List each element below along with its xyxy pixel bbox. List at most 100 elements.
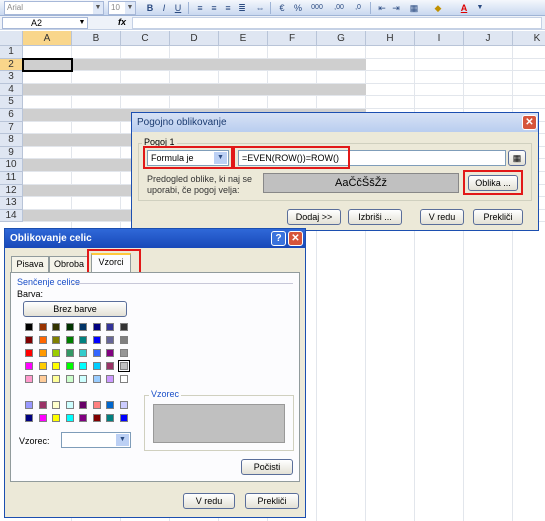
color-swatch[interactable] <box>119 401 128 409</box>
color-swatch[interactable] <box>65 349 74 357</box>
color-swatch[interactable] <box>38 362 47 370</box>
borders-icon[interactable]: ▦ <box>408 2 420 14</box>
color-swatch[interactable] <box>52 414 60 422</box>
pattern-select[interactable]: ▼ <box>61 432 131 448</box>
color-swatch[interactable] <box>65 401 74 409</box>
tab-obroba[interactable]: Obroba <box>49 256 89 272</box>
cancel-button[interactable]: Prekliči <box>245 493 299 509</box>
active-cell[interactable] <box>22 57 73 73</box>
column-header-e[interactable]: E <box>219 31 268 46</box>
column-header-k[interactable]: K <box>513 31 545 46</box>
thousands-button[interactable]: 000 <box>308 2 326 14</box>
font-name-combo[interactable]: Arial ▼ <box>4 1 104 15</box>
color-swatch[interactable] <box>92 401 101 409</box>
tab-pisava[interactable]: Pisava <box>11 256 49 272</box>
column-header-j[interactable]: J <box>464 31 513 46</box>
help-button[interactable]: ? <box>271 231 286 246</box>
align-center-icon[interactable]: ≡ <box>208 2 220 14</box>
align-left-icon[interactable]: ≡ <box>194 2 206 14</box>
color-swatch[interactable] <box>65 323 74 331</box>
collapse-dialog-icon[interactable]: ▦ <box>508 150 526 166</box>
color-swatch[interactable] <box>79 336 87 344</box>
color-swatch[interactable] <box>52 336 60 344</box>
color-swatch[interactable] <box>52 375 60 383</box>
formula-input[interactable] <box>132 17 542 29</box>
row-header-5[interactable]: 5 <box>0 96 23 109</box>
increase-indent-icon[interactable]: ⇥ <box>390 2 402 14</box>
color-swatch[interactable] <box>38 336 47 344</box>
row-header-8[interactable]: 8 <box>0 134 23 147</box>
column-header-d[interactable]: D <box>170 31 219 46</box>
color-swatch[interactable] <box>52 323 60 331</box>
color-swatch[interactable] <box>79 349 87 357</box>
row-header-9[interactable]: 9 <box>0 146 23 160</box>
color-swatch[interactable] <box>117 360 130 372</box>
color-swatch[interactable] <box>38 401 47 409</box>
merge-center-icon[interactable]: ⇔ <box>254 2 266 14</box>
row-header-1[interactable]: 1 <box>0 46 23 59</box>
color-swatch[interactable] <box>25 414 33 422</box>
underline-button[interactable]: U <box>172 2 184 14</box>
color-swatch[interactable] <box>79 362 87 370</box>
justify-icon[interactable]: ≣ <box>236 2 248 14</box>
row-header-12[interactable]: 12 <box>0 184 23 198</box>
add-button[interactable]: Dodaj >> <box>287 209 341 225</box>
delete-button[interactable]: Izbriši ... <box>348 209 402 225</box>
row-header-7[interactable]: 7 <box>0 121 23 135</box>
column-header-g[interactable]: G <box>317 31 366 46</box>
color-swatch[interactable] <box>92 349 101 357</box>
color-swatch[interactable] <box>52 401 60 409</box>
column-header-f[interactable]: F <box>268 31 317 46</box>
chevron-down-icon[interactable]: ▼ <box>474 2 486 14</box>
row-header-10[interactable]: 10 <box>0 159 23 172</box>
color-swatch[interactable] <box>25 336 33 344</box>
color-swatch[interactable] <box>79 401 87 409</box>
percent-button[interactable]: % <box>292 2 304 14</box>
ok-button[interactable]: V redu <box>420 209 464 225</box>
column-header-c[interactable]: C <box>121 31 170 46</box>
color-swatch[interactable] <box>106 414 114 422</box>
row-header-6[interactable]: 6 <box>0 109 23 122</box>
fill-color-icon[interactable]: ◆ <box>432 2 444 14</box>
color-swatch[interactable] <box>65 362 74 370</box>
color-swatch[interactable] <box>106 323 114 331</box>
select-all-corner[interactable] <box>0 31 23 46</box>
row-header-14[interactable]: 14 <box>0 209 23 223</box>
color-swatch[interactable] <box>92 336 101 344</box>
color-swatch[interactable] <box>38 414 47 422</box>
color-swatch[interactable] <box>52 362 60 370</box>
color-swatch[interactable] <box>106 401 114 409</box>
ok-button[interactable]: V redu <box>183 493 235 509</box>
color-swatch[interactable] <box>106 362 114 370</box>
color-swatch[interactable] <box>65 336 74 344</box>
font-size-combo[interactable]: 10 ▼ <box>108 1 136 15</box>
name-box[interactable]: A2 ▼ <box>2 17 88 29</box>
close-icon[interactable]: ✕ <box>522 115 537 130</box>
color-swatch[interactable] <box>79 414 87 422</box>
row-header-3[interactable]: 3 <box>0 71 23 84</box>
color-swatch[interactable] <box>119 336 128 344</box>
color-swatch[interactable] <box>119 375 128 383</box>
color-swatch[interactable] <box>38 349 47 357</box>
row-header-2[interactable]: 2 <box>0 58 23 72</box>
color-swatch[interactable] <box>92 323 101 331</box>
color-swatch[interactable] <box>92 414 101 422</box>
color-swatch[interactable] <box>25 401 33 409</box>
decrease-decimal-button[interactable]: ,0 <box>350 2 366 14</box>
color-swatch[interactable] <box>119 349 128 357</box>
row-header-11[interactable]: 11 <box>0 172 23 185</box>
column-header-a[interactable]: A <box>23 31 72 46</box>
color-swatch[interactable] <box>25 362 33 370</box>
row-header-13[interactable]: 13 <box>0 197 23 210</box>
color-swatch[interactable] <box>52 349 60 357</box>
color-swatch[interactable] <box>92 375 101 383</box>
color-swatch[interactable] <box>65 375 74 383</box>
italic-button[interactable]: I <box>158 2 170 14</box>
color-swatch[interactable] <box>106 375 114 383</box>
color-swatch[interactable] <box>106 349 114 357</box>
column-header-i[interactable]: I <box>415 31 464 46</box>
color-swatch[interactable] <box>38 323 47 331</box>
cancel-button[interactable]: Prekliči <box>473 209 523 225</box>
color-swatch[interactable] <box>79 323 87 331</box>
color-swatch[interactable] <box>79 375 87 383</box>
